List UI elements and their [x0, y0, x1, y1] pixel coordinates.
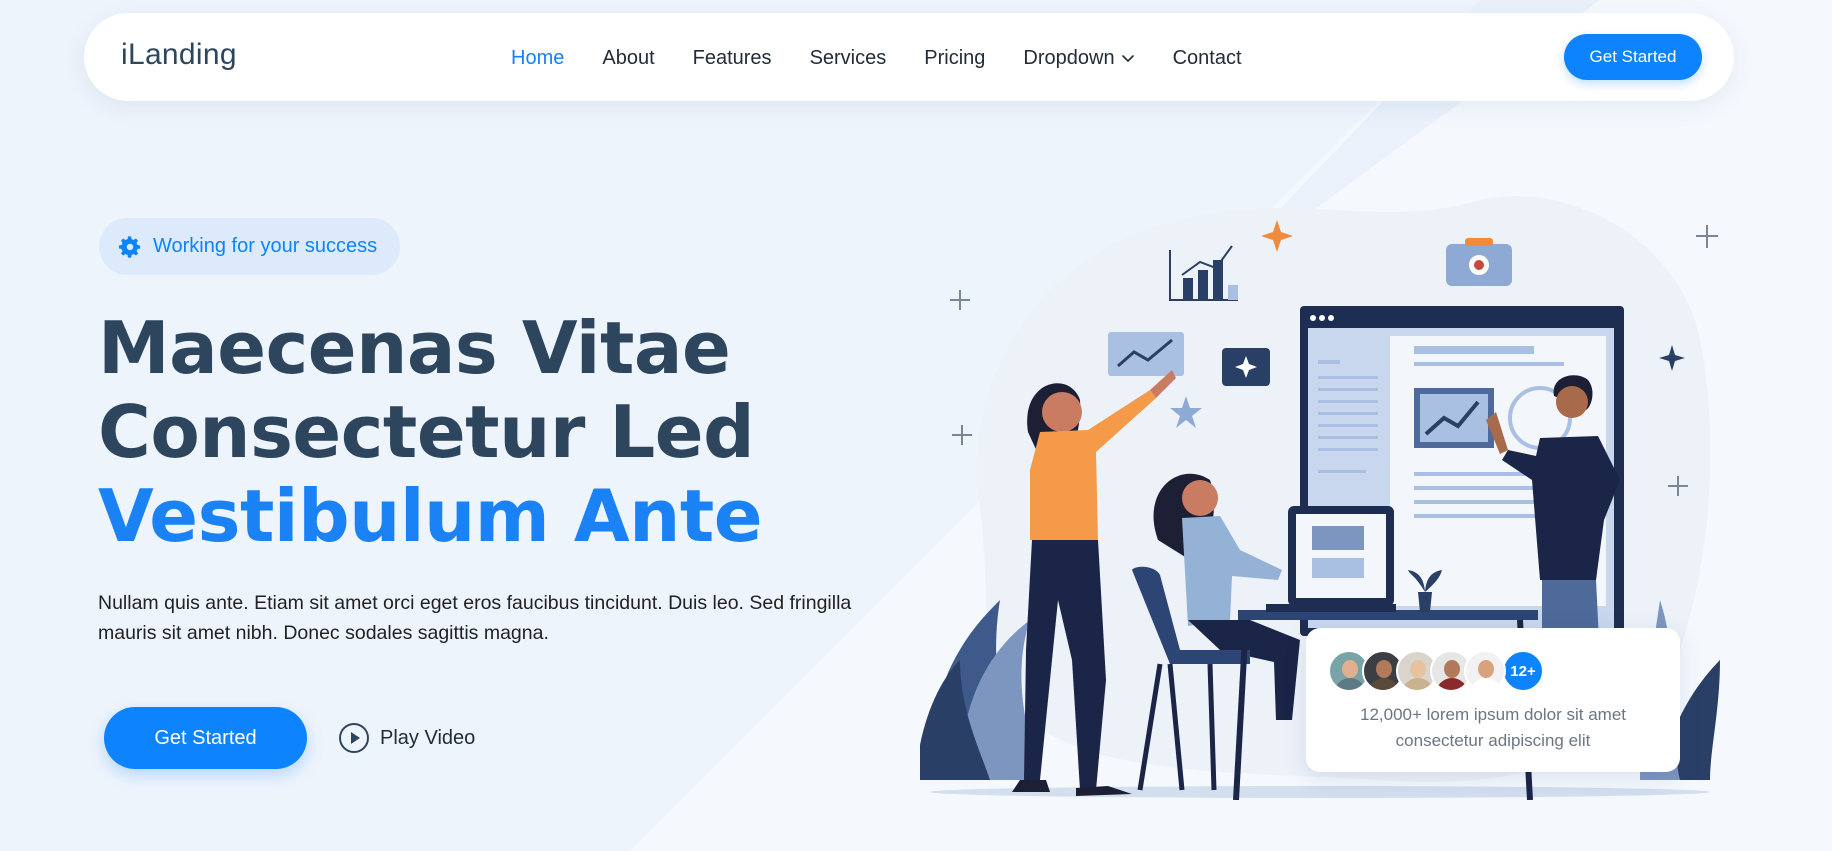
chevron-down-icon: [1121, 55, 1134, 62]
avatar: [1464, 650, 1506, 692]
hero-title-line-1: Maecenas Vitae: [98, 306, 731, 390]
main-nav: Home About Features Services Pricing Dro…: [511, 44, 1280, 72]
hero-title: Maecenas Vitae Consectetur Led Vestibulu…: [98, 306, 763, 558]
nav-features[interactable]: Features: [693, 47, 772, 70]
hero-title-line-2: Consectetur Led: [98, 390, 755, 474]
hero-get-started-button[interactable]: Get Started: [104, 707, 307, 769]
avatar-more-badge: 12+: [1502, 650, 1544, 692]
play-circle-icon: [339, 723, 369, 753]
nav-dropdown-label: Dropdown: [1023, 46, 1115, 69]
logo[interactable]: iLanding: [121, 38, 237, 72]
hero-badge-text: Working for your success: [153, 235, 378, 257]
nav-services[interactable]: Services: [810, 47, 887, 70]
avatar-group: 12+: [1328, 650, 1544, 692]
hero-badge: Working for your success: [99, 218, 400, 275]
stats-card: 12+ 12,000+ lorem ipsum dolor sit amet c…: [1306, 628, 1680, 772]
nav-pricing[interactable]: Pricing: [924, 47, 985, 70]
nav-home[interactable]: Home: [511, 47, 564, 70]
nav-about[interactable]: About: [602, 47, 654, 70]
site-header: iLanding Home About Features Services Pr…: [84, 13, 1734, 101]
stats-card-text: 12,000+ lorem ipsum dolor sit amet conse…: [1360, 705, 1626, 750]
nav-dropdown[interactable]: Dropdown: [1023, 47, 1134, 70]
gear-icon: [118, 235, 141, 258]
header-get-started-button[interactable]: Get Started: [1564, 34, 1702, 80]
hero-description: Nullam quis ante. Etiam sit amet orci eg…: [98, 592, 852, 644]
play-video-link[interactable]: Play Video: [338, 722, 475, 754]
nav-contact[interactable]: Contact: [1173, 47, 1242, 70]
play-video-label: Play Video: [380, 726, 476, 749]
hero-title-line-3: Vestibulum Ante: [98, 474, 763, 558]
